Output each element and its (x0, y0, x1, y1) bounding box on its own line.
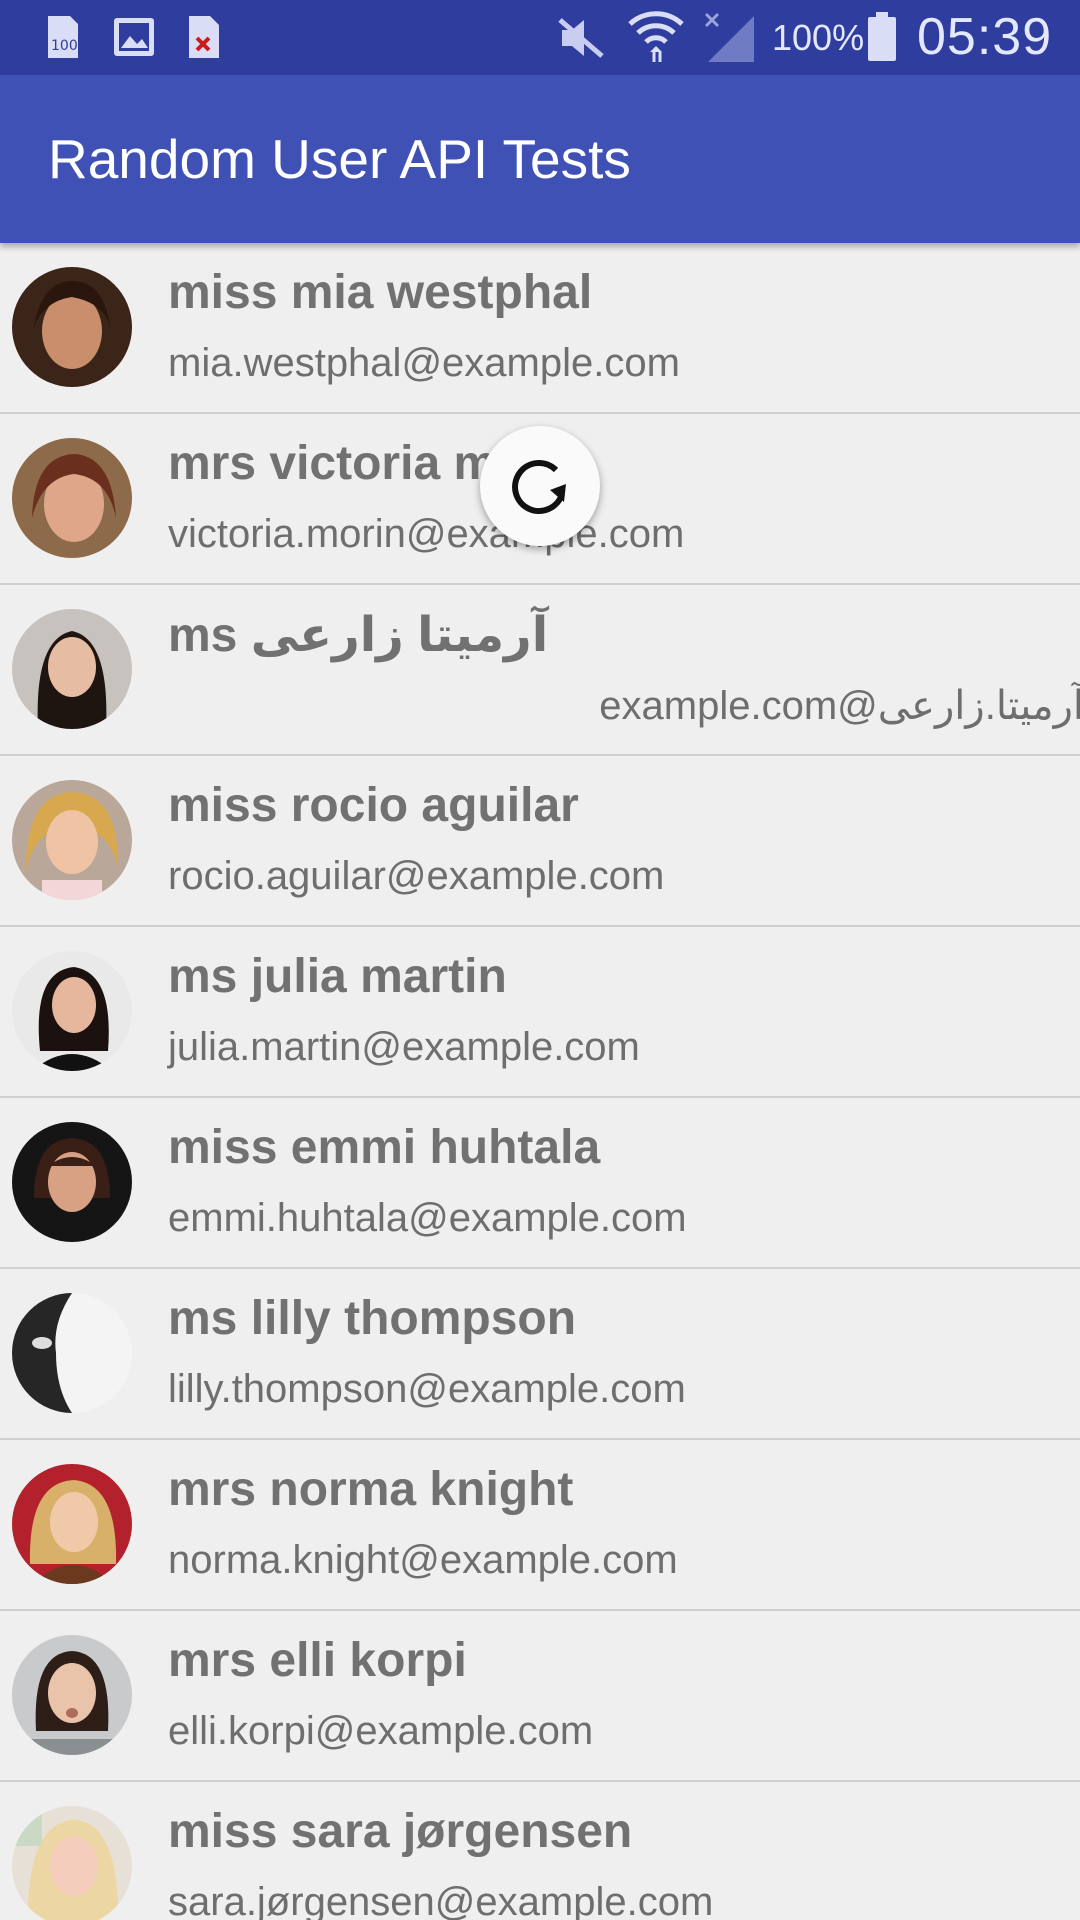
user-name: ms lilly thompson (168, 1292, 577, 1345)
user-name: miss rocio aguilar (168, 779, 579, 832)
no-signal-icon (702, 10, 756, 69)
user-name: miss mia westphal (168, 266, 593, 319)
user-list-item[interactable]: ms آرمیتا زارعی آرمیتا.زارعی@example.com (0, 585, 1080, 756)
user-avatar (12, 951, 132, 1071)
user-list-item[interactable]: miss emmi huhtala emmi.huhtala@example.c… (0, 1098, 1080, 1269)
user-avatar (12, 780, 132, 900)
refresh-indicator[interactable] (480, 426, 600, 546)
image-icon (112, 14, 156, 65)
battery-percent: 100% (772, 17, 865, 58)
user-list-item[interactable]: mrs norma knight norma.knight@example.co… (0, 1440, 1080, 1611)
user-list-item[interactable]: mrs elli korpi elli.korpi@example.com (0, 1611, 1080, 1782)
wifi-icon (628, 8, 684, 69)
user-name: mrs norma knight (168, 1463, 574, 1516)
user-avatar (12, 1464, 132, 1584)
user-email: lilly.thompson@example.com (168, 1367, 686, 1411)
user-avatar (12, 1635, 132, 1755)
user-avatar (12, 1122, 132, 1242)
user-email: آرمیتا.زارعی@example.com (599, 684, 1080, 728)
user-email: julia.martin@example.com (168, 1025, 640, 1069)
svg-text:100: 100 (51, 38, 78, 54)
user-list-item[interactable]: ms lilly thompson lilly.thompson@example… (0, 1269, 1080, 1440)
user-avatar (12, 438, 132, 558)
user-email: elli.korpi@example.com (168, 1709, 594, 1753)
user-name: miss sara jørgensen (168, 1805, 633, 1858)
user-email: emmi.huhtala@example.com (168, 1196, 687, 1240)
user-name: ms آرمیتا زارعی (168, 609, 549, 662)
user-list-item[interactable]: miss rocio aguilar rocio.aguilar@example… (0, 756, 1080, 927)
user-email: norma.knight@example.com (168, 1538, 678, 1582)
user-email: sara.jørgensen@example.com (168, 1880, 714, 1920)
status-bar: 100 100% 05:39 (0, 0, 1080, 75)
user-avatar (12, 267, 132, 387)
app-title: Random User API Tests (48, 128, 631, 190)
user-name: mrs elli korpi (168, 1634, 467, 1687)
user-avatar (12, 1293, 132, 1413)
user-name: ms julia martin (168, 950, 507, 1003)
app-bar: Random User API Tests (0, 75, 1080, 243)
user-email: victoria.morin@example.com (168, 512, 685, 556)
status-clock: 05:39 (917, 8, 1053, 66)
user-email: rocio.aguilar@example.com (168, 854, 665, 898)
refresh-icon (512, 460, 566, 514)
user-list-item[interactable]: miss mia westphal mia.westphal@example.c… (0, 243, 1080, 414)
user-name: miss emmi huhtala (168, 1121, 601, 1174)
user-email: mia.westphal@example.com (168, 341, 680, 385)
user-avatar (12, 1806, 132, 1920)
user-avatar (12, 609, 132, 729)
user-list-item[interactable]: ms julia martin julia.martin@example.com (0, 927, 1080, 1098)
user-list-item[interactable]: miss sara jørgensen sara.jørgensen@examp… (0, 1782, 1080, 1920)
mute-icon (556, 16, 606, 65)
battery-icon (866, 12, 898, 67)
file-error-icon (186, 14, 222, 65)
sd-card-icon: 100 (44, 14, 80, 65)
